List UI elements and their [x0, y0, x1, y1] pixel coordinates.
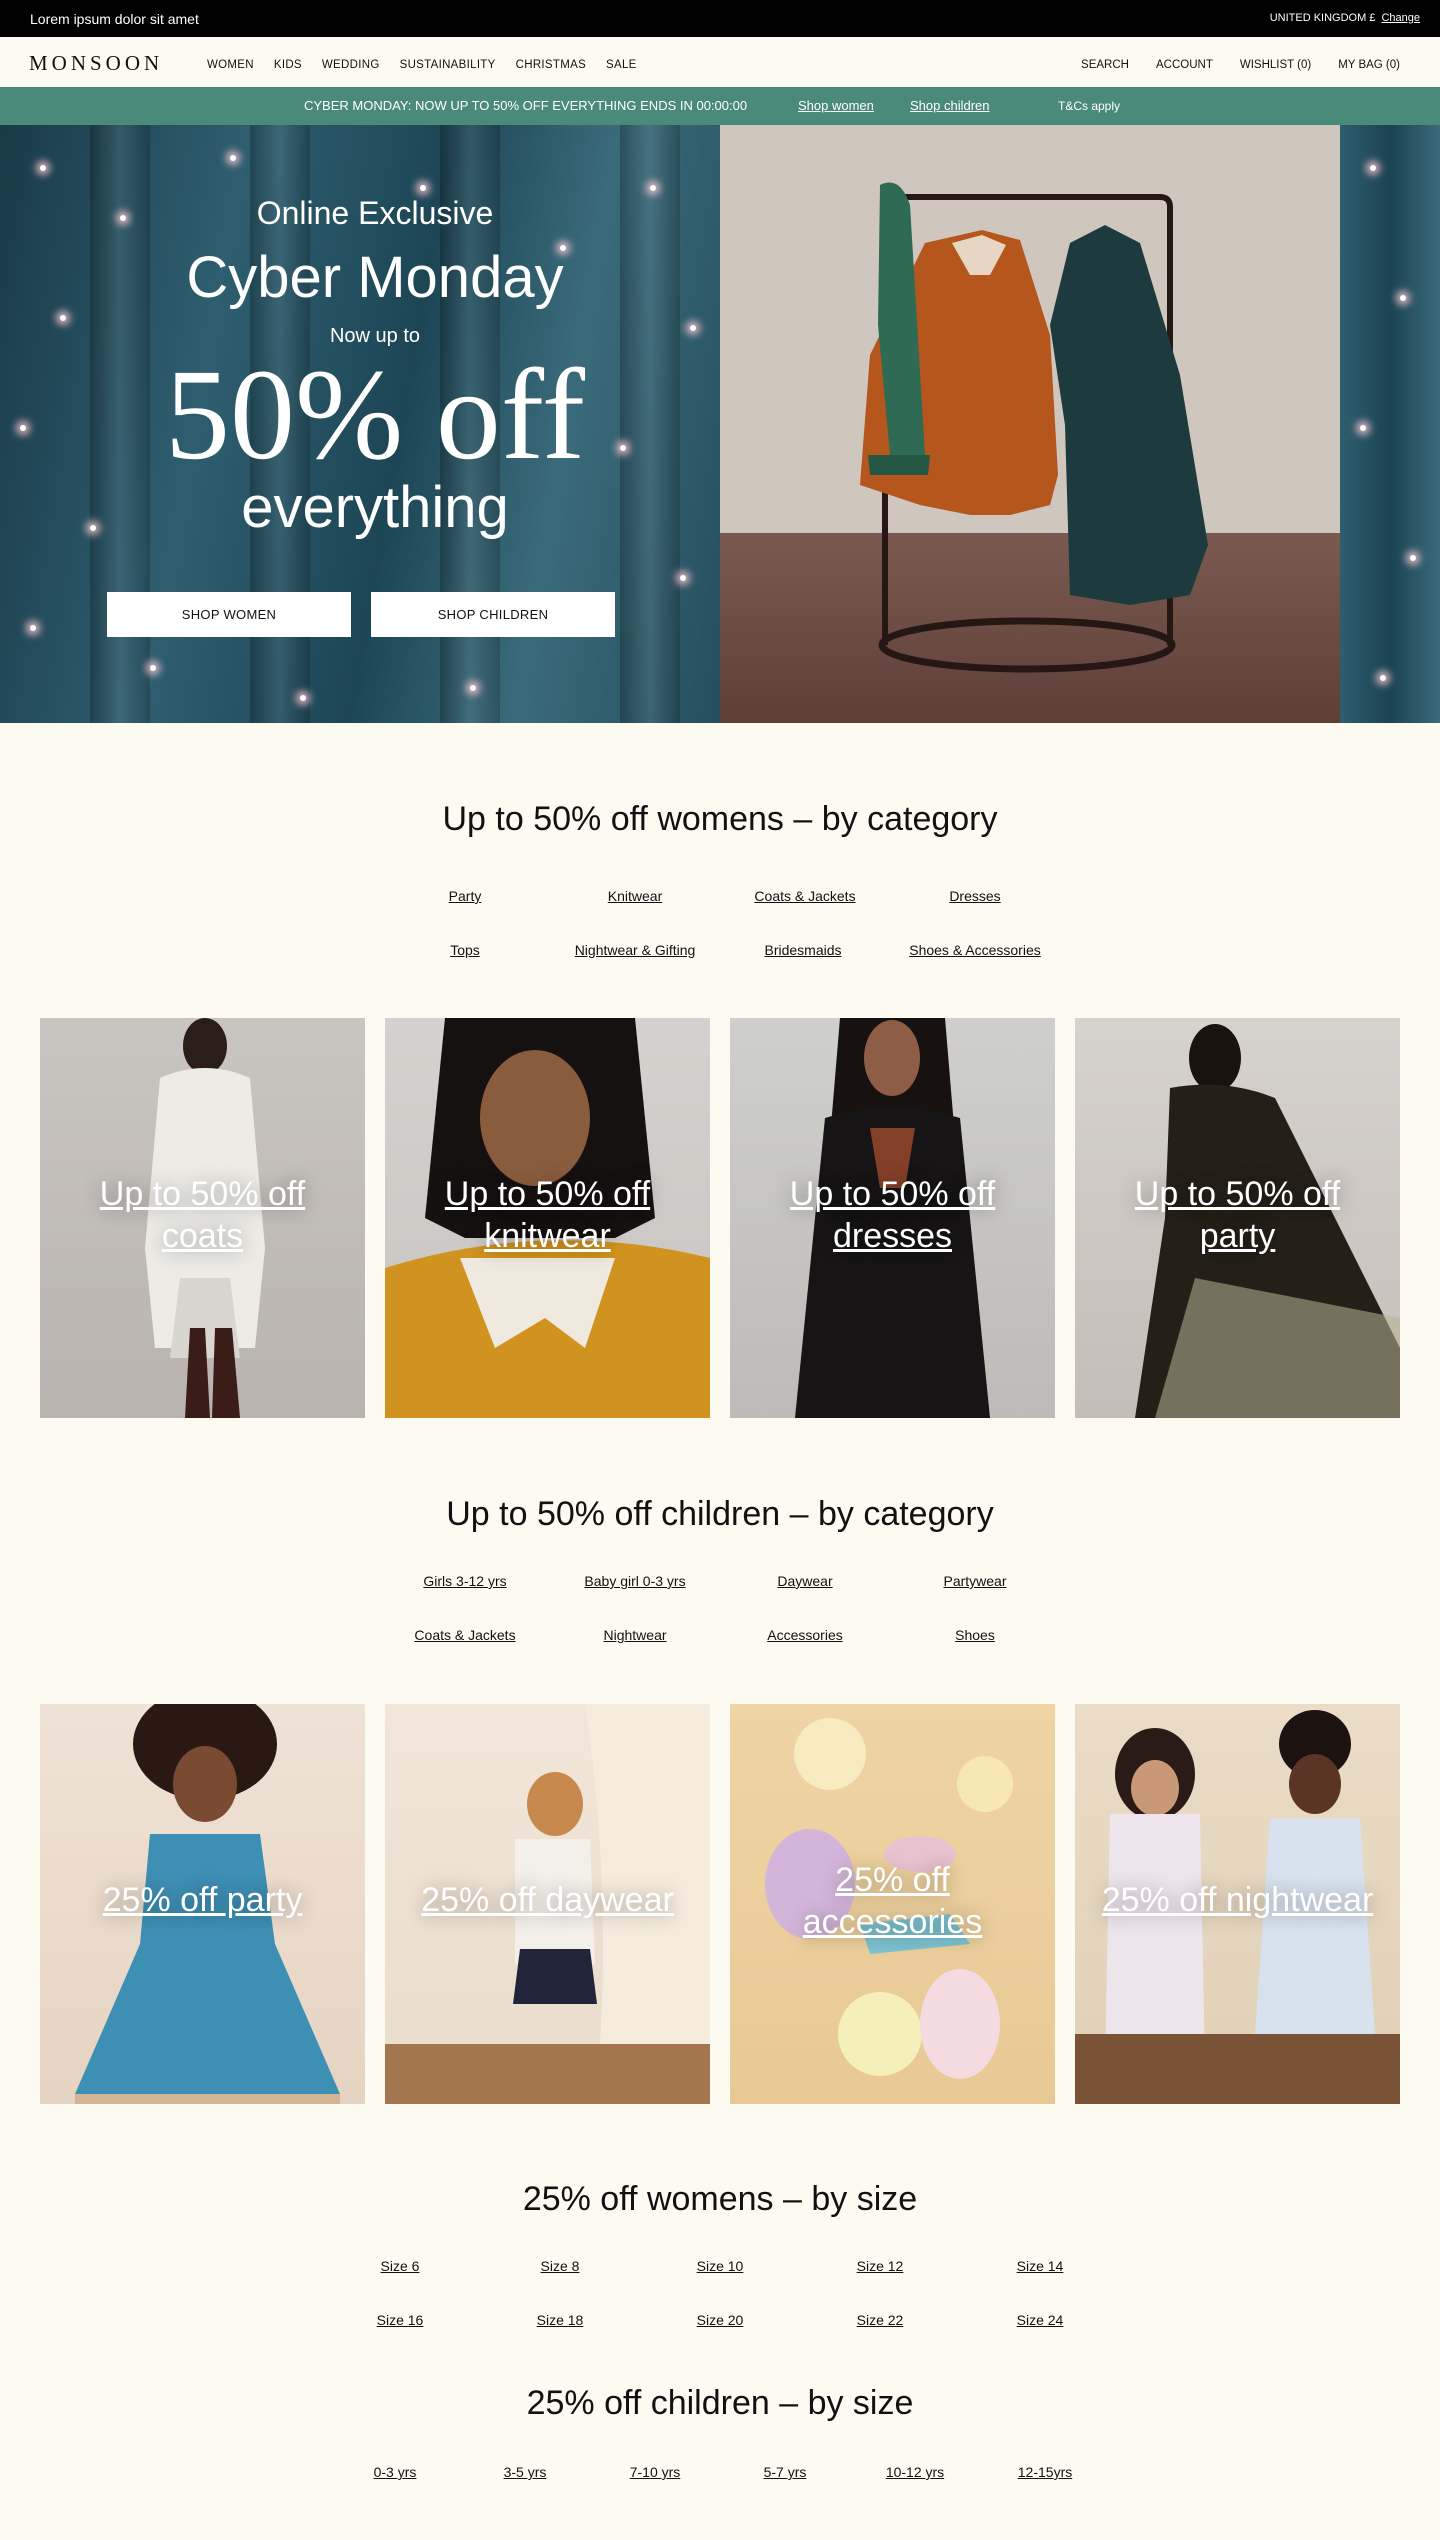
kids-daywear-tile-caption[interactable]: 25% off daywear: [385, 1879, 710, 1921]
nav-women[interactable]: WOMEN: [207, 59, 254, 71]
promo-shop-women-link[interactable]: Shop women: [798, 98, 874, 113]
womens-category-link[interactable]: Coats & Jackets: [735, 888, 875, 904]
promo-text: CYBER MONDAY: NOW UP TO 50% OFF EVERYTHI…: [304, 98, 748, 113]
hero-discount: 50% off: [164, 343, 586, 487]
womens-category-link[interactable]: Nightwear & Gifting: [555, 942, 715, 958]
nav-sale[interactable]: SALE: [606, 59, 637, 71]
tile-caption-line: party: [1199, 1217, 1276, 1255]
womens-size-link[interactable]: Size 6: [360, 2258, 440, 2274]
kids-party-tile[interactable]: 25% off party: [40, 1704, 365, 2104]
children-size-link[interactable]: 10-12 yrs: [875, 2464, 955, 2480]
utility-bar: Lorem ipsum dolor sit amet UNITED KINGDO…: [0, 0, 1440, 37]
site-header: MONSOON WOMEN KIDS WEDDING SUSTAINABILIT…: [0, 37, 1440, 87]
hero-shop-children-button[interactable]: SHOP CHILDREN: [371, 592, 615, 637]
children-size-link[interactable]: 5-7 yrs: [745, 2464, 825, 2480]
womens-category-link[interactable]: Dresses: [915, 888, 1035, 904]
knitwear-tile-caption[interactable]: Up to 50% off knitwear: [385, 1173, 710, 1257]
party-tile-caption[interactable]: Up to 50% off party: [1075, 1173, 1400, 1257]
dresses-tile[interactable]: Up to 50% off dresses: [730, 1018, 1055, 1418]
children-category-link[interactable]: Baby girl 0-3 yrs: [565, 1573, 705, 1589]
children-size-link[interactable]: 3-5 yrs: [485, 2464, 565, 2480]
children-category-link[interactable]: Shoes: [915, 1627, 1035, 1643]
tile-caption-line: knitwear: [484, 1217, 611, 1255]
account-link[interactable]: ACCOUNT: [1156, 59, 1213, 71]
womens-size-link[interactable]: Size 22: [840, 2312, 920, 2328]
hero-online-exclusive: Online Exclusive: [256, 195, 494, 231]
kids-daywear-tile[interactable]: 25% off daywear: [385, 1704, 710, 2104]
children-category-title: Up to 50% off children – by category: [446, 1495, 994, 1533]
bag-link[interactable]: MY BAG (0): [1338, 59, 1400, 71]
nav-wedding[interactable]: WEDDING: [322, 59, 380, 71]
kids-accessories-tile-caption[interactable]: 25% off accessories: [730, 1859, 1055, 1943]
utility-message: Lorem ipsum dolor sit amet: [30, 11, 199, 27]
region-selector: UNITED KINGDOM £ Change: [1270, 12, 1420, 24]
womens-size-link[interactable]: Size 8: [520, 2258, 600, 2274]
children-size-link[interactable]: 0-3 yrs: [355, 2464, 435, 2480]
womens-size-link[interactable]: Size 12: [840, 2258, 920, 2274]
region-label: UNITED KINGDOM £: [1269, 12, 1376, 24]
tile-caption-line: 25% off: [835, 1861, 950, 1899]
kids-nightwear-tile[interactable]: 25% off nightwear: [1075, 1704, 1400, 2104]
main-nav: WOMEN KIDS WEDDING SUSTAINABILITY CHRIST…: [207, 59, 657, 71]
tile-caption-line: Up to 50% off: [444, 1175, 651, 1213]
change-region-link[interactable]: Change: [1381, 12, 1420, 24]
tcs-link[interactable]: T&Cs apply: [1058, 99, 1120, 113]
children-category-link[interactable]: Coats & Jackets: [395, 1627, 535, 1643]
tile-caption-line: accessories: [802, 1903, 983, 1941]
coats-tile[interactable]: Up to 50% off coats: [40, 1018, 365, 1418]
hero-coats-image: [720, 125, 1440, 723]
kids-accessories-tile[interactable]: 25% off accessories: [730, 1704, 1055, 2104]
monsoon-logo[interactable]: MONSOON: [29, 51, 163, 76]
children-category-link[interactable]: Daywear: [745, 1573, 865, 1589]
womens-category-link[interactable]: Bridesmaids: [743, 942, 863, 958]
womens-size-title: 25% off womens – by size: [522, 2180, 918, 2218]
party-tile[interactable]: Up to 50% off party: [1075, 1018, 1400, 1418]
search-link[interactable]: SEARCH: [1081, 59, 1129, 71]
tile-caption-line: Up to 50% off: [1134, 1175, 1341, 1213]
womens-size-link[interactable]: Size 24: [1000, 2312, 1080, 2328]
coats-tile-caption[interactable]: Up to 50% off coats: [40, 1173, 365, 1257]
children-size-title: 25% off children – by size: [526, 2384, 914, 2422]
children-category-link[interactable]: Accessories: [745, 1627, 865, 1643]
nav-christmas[interactable]: CHRISTMAS: [516, 59, 586, 71]
user-nav: SEARCH ACCOUNT WISHLIST (0) MY BAG (0): [1081, 59, 1400, 71]
tile-caption-line: coats: [161, 1217, 244, 1255]
nav-kids[interactable]: KIDS: [274, 59, 302, 71]
children-category-link[interactable]: Girls 3-12 yrs: [405, 1573, 525, 1589]
tile-caption-line: Up to 50% off: [99, 1175, 306, 1213]
children-size-link[interactable]: 7-10 yrs: [615, 2464, 695, 2480]
tile-caption-line: dresses: [832, 1217, 953, 1255]
womens-size-link[interactable]: Size 14: [1000, 2258, 1080, 2274]
children-category-link[interactable]: Nightwear: [575, 1627, 695, 1643]
kids-party-tile-caption[interactable]: 25% off party: [40, 1879, 365, 1921]
womens-category-link[interactable]: Knitwear: [575, 888, 695, 904]
hero-shop-women-button[interactable]: SHOP WOMEN: [107, 592, 351, 637]
womens-category-link[interactable]: Tops: [405, 942, 525, 958]
tile-caption-line: 25% off nightwear: [1101, 1881, 1374, 1919]
womens-category-link[interactable]: Party: [405, 888, 525, 904]
tile-caption-line: 25% off party: [102, 1881, 303, 1919]
hero-banner[interactable]: Online Exclusive Cyber Monday Now up to …: [0, 125, 1440, 723]
womens-size-link[interactable]: Size 20: [680, 2312, 760, 2328]
dresses-tile-caption[interactable]: Up to 50% off dresses: [730, 1173, 1055, 1257]
tile-caption-line: Up to 50% off: [789, 1175, 996, 1213]
womens-size-link[interactable]: Size 16: [360, 2312, 440, 2328]
tile-caption-line: 25% off daywear: [421, 1881, 674, 1919]
promo-shop-children-link[interactable]: Shop children: [910, 98, 990, 113]
kids-nightwear-tile-caption[interactable]: 25% off nightwear: [1075, 1879, 1400, 1921]
womens-category-link[interactable]: Shoes & Accessories: [895, 942, 1055, 958]
children-category-link[interactable]: Partywear: [915, 1573, 1035, 1589]
womens-size-link[interactable]: Size 10: [680, 2258, 760, 2274]
clothes-rack-illustration: [860, 182, 1208, 673]
womens-category-title: Up to 50% off womens – by category: [442, 800, 998, 838]
womens-size-link[interactable]: Size 18: [520, 2312, 600, 2328]
hero-cyber-monday: Cyber Monday: [186, 245, 564, 310]
children-size-link[interactable]: 12-15yrs: [1005, 2464, 1085, 2480]
knitwear-tile[interactable]: Up to 50% off knitwear: [385, 1018, 710, 1418]
wishlist-link[interactable]: WISHLIST (0): [1240, 59, 1311, 71]
nav-sustainability[interactable]: SUSTAINABILITY: [400, 59, 496, 71]
hero-copy: Online Exclusive Cyber Monday Now up to …: [100, 195, 650, 541]
promo-banner: CYBER MONDAY: NOW UP TO 50% OFF EVERYTHI…: [0, 87, 1440, 125]
